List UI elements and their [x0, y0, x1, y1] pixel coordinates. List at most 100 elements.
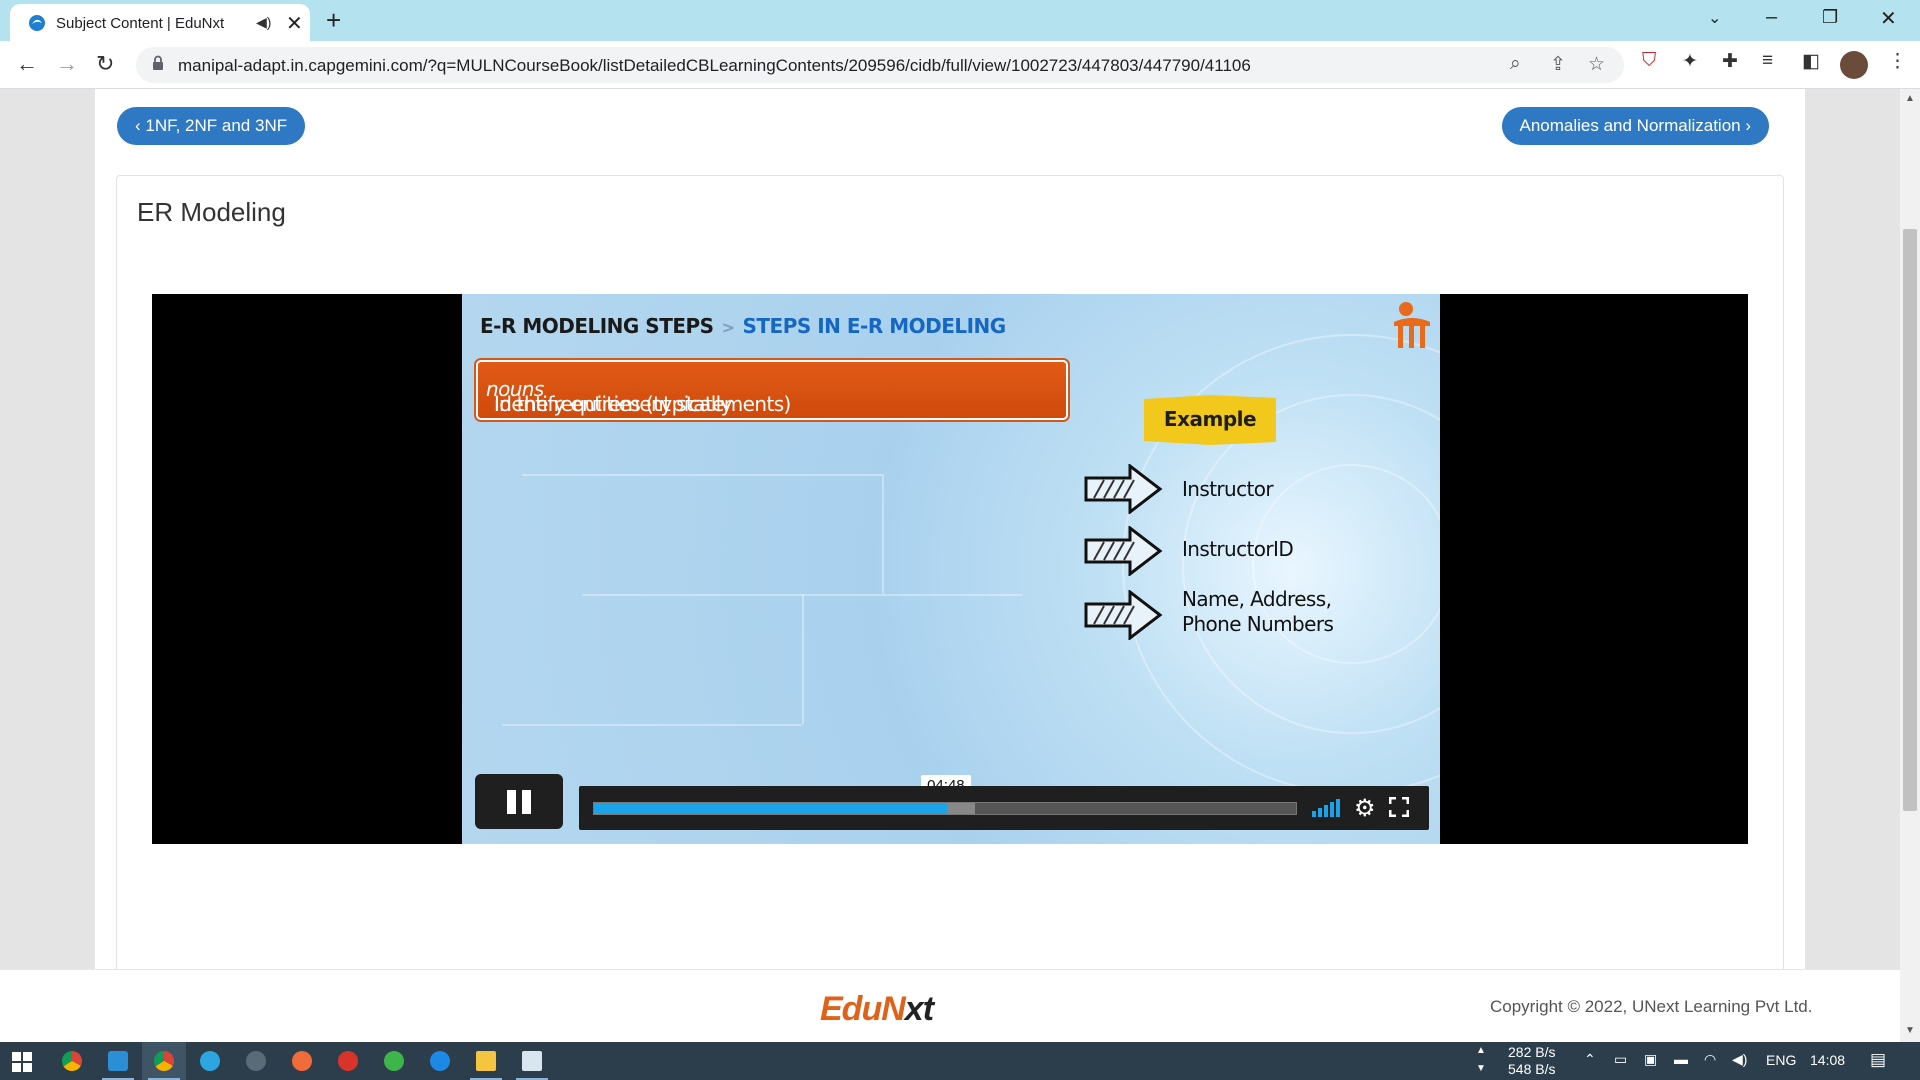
taskbar-app[interactable] [280, 1042, 324, 1080]
net-down-speed: 548 B/s [1508, 1061, 1556, 1077]
tab-title: Subject Content | EduNxt [56, 15, 225, 32]
example-text: Instructor [1182, 477, 1274, 501]
arrow-right-icon [1084, 526, 1163, 576]
media-control-icon[interactable]: ≡ [1762, 50, 1773, 72]
net-up-arrow-icon: ▲ [1476, 1045, 1486, 1056]
zoom-icon[interactable]: ⌕ [1510, 53, 1521, 75]
taskbar-telegram[interactable] [188, 1042, 232, 1080]
prev-topic-button[interactable]: ‹ 1NF, 2NF and 3NF [117, 107, 306, 145]
net-down-arrow-icon: ▼ [1476, 1063, 1486, 1074]
pause-icon [522, 790, 531, 814]
audio-playing-icon[interactable]: ◀) [256, 14, 271, 31]
telegram-icon [200, 1051, 220, 1071]
fullscreen-icon[interactable] [1389, 797, 1409, 817]
scroll-down-icon[interactable]: ▼ [1905, 1025, 1915, 1036]
browser-tab[interactable]: Subject Content | EduNxt ◀) ✕ [10, 4, 310, 41]
minimize-icon[interactable]: – [1766, 6, 1777, 29]
content-column: ‹ 1NF, 2NF and 3NF Anomalies and Normali… [95, 89, 1805, 975]
tool-icon [246, 1051, 266, 1071]
taskbar-vscode[interactable] [96, 1042, 140, 1080]
torrent-icon [384, 1051, 404, 1071]
browser-menu-icon[interactable]: ⋮ [1888, 50, 1907, 73]
arrow-right-icon [1084, 464, 1163, 514]
example-text: Phone Numbers [1182, 612, 1334, 636]
browser-tab-strip: Subject Content | EduNxt ◀) ✕ + ⌄ – ❐ ✕ [0, 0, 1920, 41]
address-bar[interactable]: manipal-adapt.in.capgemini.com/?q=MULNCo… [136, 47, 1624, 83]
notifications-icon[interactable]: ▤ [1870, 1050, 1886, 1070]
taskbar-app[interactable] [326, 1042, 370, 1080]
new-tab-icon[interactable]: + [326, 5, 341, 36]
tab-close-icon[interactable]: ✕ [286, 11, 303, 36]
page-area: ‹ 1NF, 2NF and 3NF Anomalies and Normali… [0, 89, 1920, 1042]
desktop-icon[interactable]: ▭ [1614, 1051, 1627, 1068]
window-close-icon[interactable]: ✕ [1880, 6, 1897, 31]
chrome-icon [154, 1051, 174, 1071]
windows-taskbar: ▲ ▼ 282 B/s 548 B/s ⌃ ▭ ▣ ▬ ◠ ◀) ENG 14:… [0, 1042, 1920, 1080]
extension-shield-icon[interactable]: ⛉ [1642, 50, 1656, 72]
taskbar-chrome[interactable] [50, 1042, 94, 1080]
app-globe-icon [430, 1051, 450, 1071]
video-frame: E-R MODELING STEPS > STEPS IN E-R MODELING… [462, 294, 1440, 844]
page-title: ER Modeling [137, 197, 286, 227]
taskbar-file-explorer[interactable] [464, 1042, 508, 1080]
extensions-puzzle-icon[interactable]: ✚ [1722, 50, 1738, 73]
progress-bar[interactable] [593, 802, 1297, 815]
taskbar-app[interactable] [372, 1042, 416, 1080]
bg-trace [522, 474, 882, 476]
page-scrollbar[interactable]: ▲ ▼ [1900, 89, 1920, 1042]
side-panel-icon[interactable]: ◧ [1802, 50, 1820, 73]
bg-trace [882, 474, 884, 594]
app-p-icon [338, 1051, 358, 1071]
speaker-icon[interactable]: ◀) [1732, 1051, 1747, 1068]
bg-trace [802, 594, 804, 724]
windows-start-icon[interactable] [12, 1052, 32, 1072]
back-icon[interactable]: ← [16, 51, 38, 77]
slide-heading-main: E-R MODELING STEPS [480, 314, 714, 338]
lock-icon[interactable] [152, 55, 164, 71]
video-player[interactable]: E-R MODELING STEPS > STEPS IN E-R MODELING… [152, 294, 1748, 844]
taskbar-app[interactable] [510, 1042, 554, 1080]
image-viewer-icon [522, 1051, 542, 1071]
reload-icon[interactable]: ↻ [96, 51, 114, 77]
logo-text-edu: EduN [820, 990, 906, 1028]
extension-cat-icon[interactable]: ✦ [1682, 50, 1698, 73]
manipal-logo-icon [1394, 302, 1430, 348]
browser-toolbar: ← → ↻ manipal-adapt.in.capgemini.com/?q=… [0, 41, 1920, 89]
forward-icon[interactable]: → [56, 51, 78, 77]
page-footer: EduNxt Copyright © 2022, UNext Learning … [0, 969, 1900, 1042]
edunxt-favicon-icon [29, 15, 45, 31]
share-icon[interactable]: ⇪ [1550, 53, 1566, 76]
taskbar-app[interactable] [418, 1042, 462, 1080]
battery-icon[interactable]: ▬ [1674, 1051, 1688, 1067]
volume-icon[interactable] [1312, 799, 1344, 817]
example-text: Name, Address, [1182, 587, 1332, 611]
scroll-thumb[interactable] [1903, 229, 1917, 811]
taskbar-chrome-active[interactable] [142, 1042, 186, 1080]
meet-icon[interactable]: ▣ [1644, 1051, 1657, 1068]
scroll-up-icon[interactable]: ▲ [1905, 93, 1915, 104]
url-text: manipal-adapt.in.capgemini.com/?q=MULNCo… [178, 56, 1251, 75]
slide-heading-separator: > [721, 318, 735, 337]
postman-icon [292, 1051, 312, 1071]
profile-avatar[interactable] [1840, 51, 1868, 79]
callout-text-end: in the requirement statements) [494, 392, 791, 416]
restore-icon[interactable]: ❐ [1822, 7, 1838, 28]
pause-icon [507, 790, 516, 814]
example-text: InstructorID [1182, 537, 1294, 561]
chrome-icon [62, 1051, 82, 1071]
show-hidden-icons-icon[interactable]: ⌃ [1584, 1051, 1596, 1068]
slide-heading-sub: STEPS IN E-R MODELING [742, 314, 1006, 338]
taskbar-app[interactable] [234, 1042, 278, 1080]
wifi-icon[interactable]: ◠ [1704, 1051, 1716, 1068]
settings-gear-icon[interactable]: ⚙ [1354, 794, 1376, 823]
next-topic-button[interactable]: Anomalies and Normalization › [1501, 107, 1769, 145]
step-callout-box: Identify entities (typically nouns in th… [476, 360, 1068, 420]
language-indicator[interactable]: ENG [1766, 1052, 1796, 1068]
bookmark-star-icon[interactable]: ☆ [1588, 53, 1605, 76]
copyright-text: Copyright © 2022, UNext Learning Pvt Ltd… [1490, 997, 1813, 1016]
pause-button[interactable] [475, 774, 563, 829]
slide-heading: E-R MODELING STEPS > STEPS IN E-R MODELING [480, 314, 1006, 338]
tab-search-icon[interactable]: ⌄ [1708, 8, 1721, 28]
vscode-icon [108, 1051, 128, 1071]
clock[interactable]: 14:08 [1810, 1052, 1845, 1068]
